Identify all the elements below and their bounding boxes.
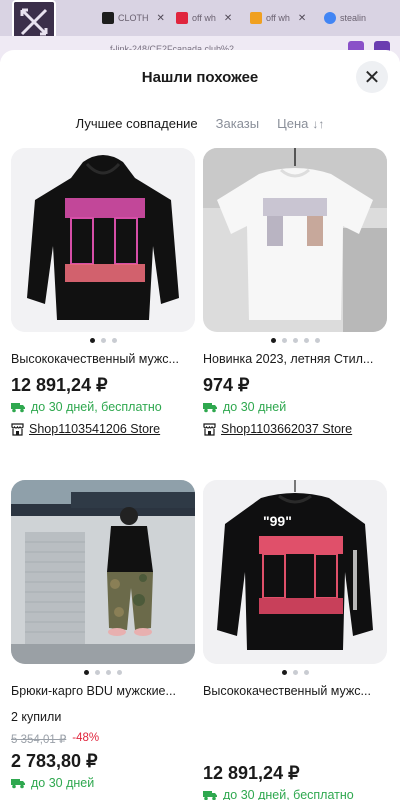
product-price: 2 783,80 ₽ <box>11 751 98 771</box>
store-icon <box>203 422 216 436</box>
browser-tab[interactable]: off wh ✕ <box>244 6 312 30</box>
close-button[interactable]: ✕ <box>356 61 388 93</box>
close-icon: ✕ <box>363 66 381 89</box>
product-image[interactable] <box>11 148 195 332</box>
delivery-info: до 30 дней, бесплатно <box>11 400 195 414</box>
carousel-dot[interactable] <box>106 669 111 675</box>
tab-favicon-icon <box>176 12 188 24</box>
browser-tab[interactable]: off wh ✕ <box>170 6 238 30</box>
product-image[interactable] <box>11 480 195 664</box>
product-title[interactable]: Высококачественный мужс... <box>11 350 195 368</box>
product-card[interactable]: Брюки-карго BDU мужские... 2 купили 5 35… <box>11 480 195 790</box>
carousel-dot[interactable] <box>117 669 122 675</box>
truck-icon <box>203 790 217 800</box>
discount-row: 5 354,01 ₽ -48% <box>11 732 195 746</box>
tshirt-image <box>203 148 387 332</box>
product-title[interactable]: Новинка 2023, летняя Стил... <box>203 350 387 368</box>
print-99-text: "99" <box>263 513 292 529</box>
image-carousel-dots <box>11 332 195 348</box>
delivery-info: до 30 дней, бесплатно <box>203 788 387 800</box>
close-icon[interactable]: ✕ <box>224 13 232 24</box>
product-price: 12 891,24 ₽ <box>203 763 300 783</box>
image-carousel-dots <box>203 332 387 348</box>
store-link[interactable]: Shop1103662037 Store <box>203 422 387 436</box>
sheet-title: Нашли похожее <box>141 68 259 86</box>
discount-badge: -48% <box>72 732 100 744</box>
tab-favicon-icon <box>102 12 114 24</box>
sort-bar: Лучшее совпадение Заказы Цена ↓↑ <box>0 104 400 142</box>
product-title[interactable]: Высококачественный мужс... <box>203 682 387 700</box>
product-price: 12 891,24 ₽ <box>11 375 108 395</box>
carousel-dot[interactable] <box>281 337 287 343</box>
tab-favicon-icon <box>250 12 262 24</box>
tab-strip: CLOTH ✕ off wh ✕ off wh ✕ stealin <box>0 0 400 44</box>
product-card[interactable]: Новинка 2023, летняя Стил... 974 ₽ до 30… <box>203 148 387 436</box>
sheet-header: Нашли похожее ✕ <box>0 50 400 104</box>
carousel-dot[interactable] <box>303 669 309 675</box>
truck-icon <box>11 778 25 788</box>
carousel-dot[interactable] <box>84 669 89 675</box>
product-title[interactable]: Брюки-карго BDU мужские... <box>11 682 195 700</box>
carousel-dot[interactable] <box>303 337 309 343</box>
carousel-dot[interactable] <box>95 669 100 675</box>
sort-orders[interactable]: Заказы <box>216 116 259 131</box>
sort-arrows-icon: ↓↑ <box>312 116 325 131</box>
carousel-dot[interactable] <box>89 337 95 343</box>
store-link[interactable]: Shop1103541206 Store <box>11 422 195 436</box>
delivery-info: до 30 дней <box>11 776 195 790</box>
cargo-pants-image <box>11 480 195 664</box>
browser-tab[interactable]: stealin <box>318 6 372 30</box>
carousel-dot[interactable] <box>292 669 298 675</box>
old-price: 5 354,01 ₽ <box>11 734 67 746</box>
sort-price[interactable]: Цена ↓↑ <box>277 116 324 131</box>
browser-tab[interactable]: CLOTH ✕ <box>96 6 171 30</box>
carousel-dot[interactable] <box>281 669 287 675</box>
product-image[interactable] <box>203 148 387 332</box>
similar-items-sheet: Нашли похожее ✕ Лучшее совпадение Заказы… <box>0 50 400 800</box>
image-carousel-dots <box>11 664 195 680</box>
delivery-info: до 30 дней <box>203 400 387 414</box>
close-icon[interactable]: ✕ <box>157 13 165 24</box>
product-card[interactable]: "99" Высококачественный мужс... 12 891,2… <box>203 480 387 800</box>
truck-icon <box>203 402 217 412</box>
image-carousel-dots <box>203 664 387 680</box>
store-icon <box>11 422 24 436</box>
tab-favicon-icon <box>324 12 336 24</box>
carousel-dot[interactable] <box>314 337 320 343</box>
sweatshirt-image: "99" <box>203 480 387 664</box>
carousel-dot[interactable] <box>292 337 298 343</box>
carousel-dot[interactable] <box>100 337 106 343</box>
hoodie-image <box>11 148 195 332</box>
sold-count: 2 купили <box>11 710 62 724</box>
product-price: 974 ₽ <box>203 375 250 395</box>
sort-best-match[interactable]: Лучшее совпадение <box>76 116 198 131</box>
carousel-dot[interactable] <box>270 337 276 343</box>
carousel-dot[interactable] <box>111 337 117 343</box>
truck-icon <box>11 402 25 412</box>
close-icon[interactable]: ✕ <box>298 13 306 24</box>
product-image[interactable]: "99" <box>203 480 387 664</box>
product-card[interactable]: Высококачественный мужс... 12 891,24 ₽ д… <box>11 148 195 436</box>
